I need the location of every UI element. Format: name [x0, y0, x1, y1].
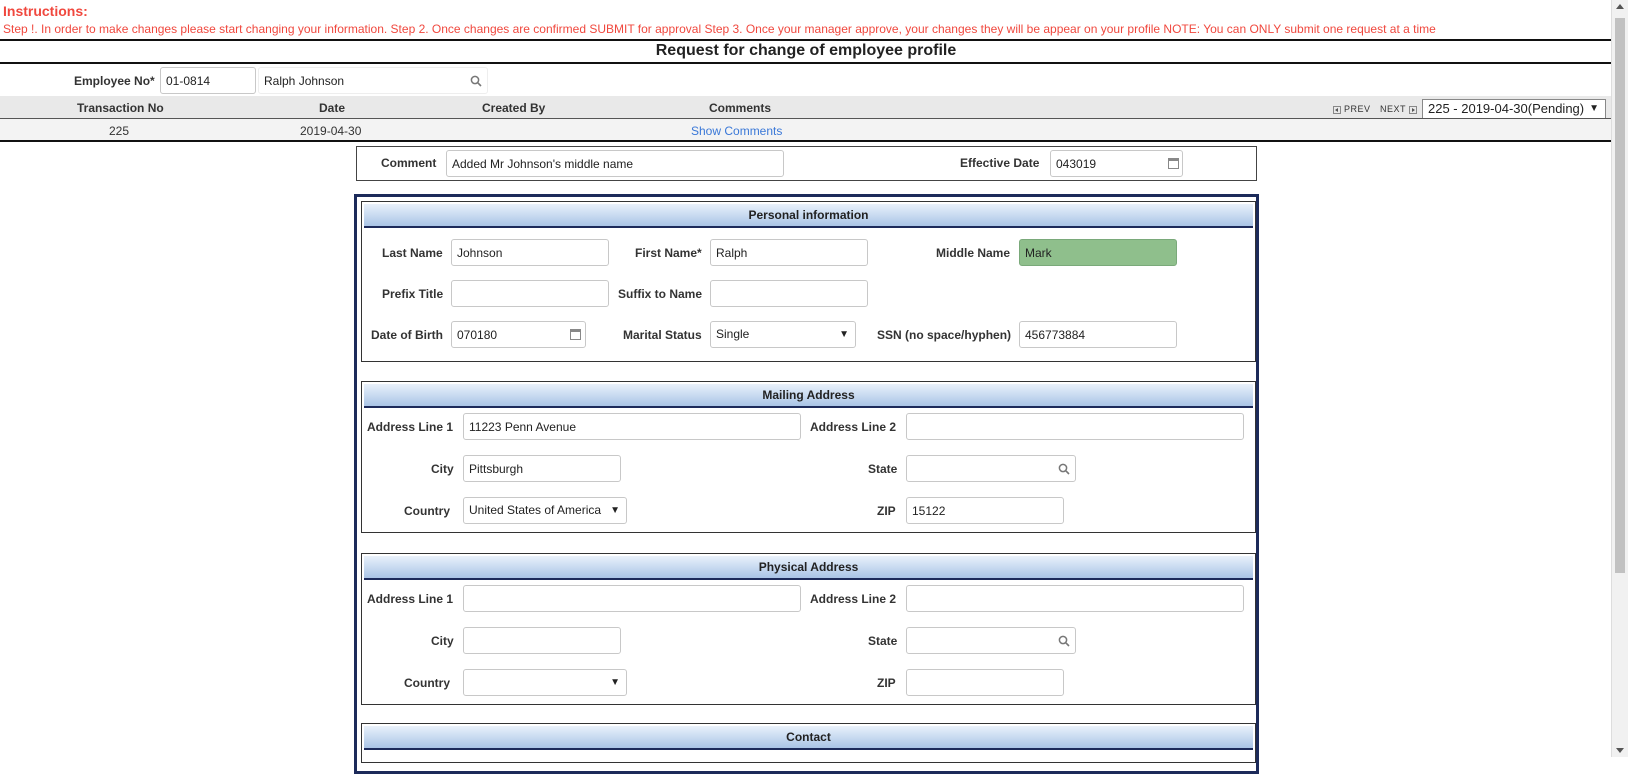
physical-address-header: Physical Address — [364, 556, 1253, 580]
physical-address2-input[interactable] — [906, 585, 1244, 612]
contact-header: Contact — [364, 726, 1253, 750]
physical-state-input[interactable] — [906, 627, 1076, 654]
next-button[interactable]: NEXT — [1380, 104, 1417, 114]
mailing-state-label: State — [868, 462, 898, 476]
physical-state-label: State — [868, 634, 898, 648]
scrollbar-thumb[interactable] — [1615, 18, 1625, 573]
suffix-label: Suffix to Name — [618, 287, 703, 301]
col-transaction-no: Transaction No — [77, 101, 164, 115]
comment-label: Comment — [381, 156, 437, 170]
mailing-zip-input[interactable] — [906, 497, 1064, 524]
col-date: Date — [319, 101, 346, 115]
middle-name-input[interactable] — [1019, 239, 1177, 266]
prev-icon — [1333, 105, 1341, 114]
physical-address2-label: Address Line 2 — [810, 592, 897, 606]
mailing-address-header: Mailing Address — [364, 384, 1253, 408]
calendar-icon[interactable] — [570, 329, 581, 340]
next-icon — [1408, 105, 1417, 114]
scroll-up-icon[interactable] — [1616, 4, 1624, 9]
prev-label: PREV — [1344, 104, 1371, 114]
prev-button[interactable]: PREV — [1333, 104, 1371, 114]
suffix-input[interactable] — [710, 280, 868, 307]
employee-no-input[interactable] — [160, 67, 256, 94]
calendar-icon[interactable] — [1168, 158, 1179, 169]
mailing-address2-label: Address Line 2 — [810, 420, 897, 434]
mailing-address1-label: Address Line 1 — [367, 420, 454, 434]
prefix-title-label: Prefix Title — [382, 287, 444, 301]
middle-name-label: Middle Name — [936, 246, 1011, 260]
instructions-text: Step !. In order to make changes please … — [3, 22, 1436, 36]
physical-country-select[interactable]: ▼ — [463, 669, 627, 696]
search-icon[interactable] — [1058, 635, 1070, 647]
mailing-country-value: United States of America — [469, 503, 602, 517]
mailing-city-label: City — [431, 462, 454, 476]
first-name-label: First Name* — [635, 246, 702, 260]
mailing-country-label: Country — [404, 504, 450, 518]
search-icon[interactable] — [470, 75, 482, 87]
comment-input[interactable] — [446, 150, 784, 177]
chevron-down-icon: ▼ — [610, 505, 620, 516]
employee-name-field[interactable] — [258, 67, 488, 94]
divider — [0, 140, 1612, 142]
col-comments: Comments — [709, 101, 772, 115]
col-created-by: Created By — [482, 101, 546, 115]
chevron-down-icon: ▼ — [1589, 103, 1599, 114]
mailing-address1-input[interactable] — [463, 413, 801, 440]
physical-address1-input[interactable] — [463, 585, 801, 612]
dob-label: Date of Birth — [371, 328, 443, 342]
physical-city-label: City — [431, 634, 454, 648]
last-name-label: Last Name — [382, 246, 443, 260]
marital-status-value: Single — [716, 327, 750, 341]
ssn-label: SSN (no space/hyphen) — [877, 328, 1012, 342]
mailing-state-input[interactable] — [906, 455, 1076, 482]
effective-date-label: Effective Date — [960, 156, 1040, 170]
divider — [0, 39, 1612, 41]
physical-zip-input[interactable] — [906, 669, 1064, 696]
mailing-city-input[interactable] — [463, 455, 621, 482]
page-title: Request for change of employee profile — [655, 42, 957, 59]
transaction-select[interactable]: 225 - 2019-04-30(Pending) ▼ — [1422, 99, 1606, 119]
marital-status-select[interactable]: Single ▼ — [710, 321, 856, 348]
effective-date-input[interactable] — [1050, 150, 1183, 177]
transaction-select-value: 225 - 2019-04-30(Pending) — [1428, 101, 1585, 116]
personal-info-header: Personal information — [364, 204, 1253, 228]
mailing-country-select[interactable]: United States of America ▼ — [463, 497, 627, 524]
physical-zip-label: ZIP — [877, 676, 896, 690]
search-icon[interactable] — [1058, 463, 1070, 475]
mailing-zip-label: ZIP — [877, 504, 896, 518]
last-name-input[interactable] — [451, 239, 609, 266]
marital-status-label: Marital Status — [623, 328, 702, 342]
show-comments-link[interactable]: Show Comments — [691, 124, 782, 138]
scroll-down-icon[interactable] — [1616, 748, 1624, 753]
table-row[interactable] — [0, 119, 1612, 140]
employee-no-label: Employee No* — [74, 74, 155, 88]
mailing-address2-input[interactable] — [906, 413, 1244, 440]
date-cell: 2019-04-30 — [300, 124, 362, 138]
physical-address1-label: Address Line 1 — [367, 592, 454, 606]
instructions-title: Instructions: — [3, 3, 88, 19]
dob-input[interactable] — [451, 321, 586, 348]
ssn-input[interactable] — [1019, 321, 1177, 348]
vertical-scrollbar[interactable] — [1611, 0, 1628, 757]
chevron-down-icon: ▼ — [839, 329, 849, 340]
chevron-down-icon: ▼ — [610, 677, 620, 688]
contact-section: Contact — [361, 723, 1256, 763]
transaction-no-cell: 225 — [109, 124, 130, 138]
first-name-input[interactable] — [710, 239, 868, 266]
next-label: NEXT — [1380, 104, 1406, 114]
physical-city-input[interactable] — [463, 627, 621, 654]
prefix-title-input[interactable] — [451, 280, 609, 307]
divider — [0, 62, 1612, 64]
physical-country-label: Country — [404, 676, 450, 690]
